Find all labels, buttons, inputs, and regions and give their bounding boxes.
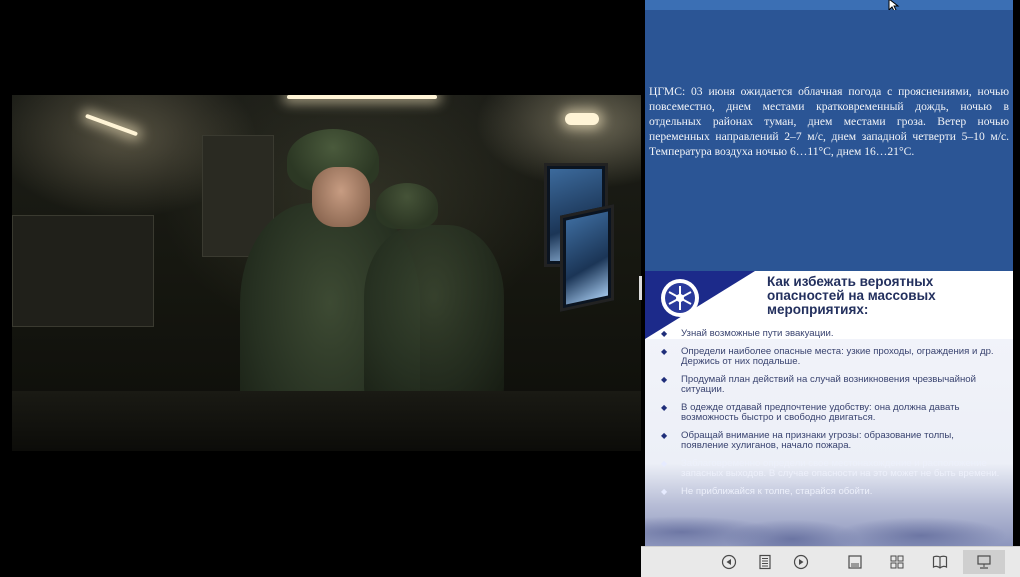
- equipment-shelf: [12, 215, 154, 327]
- list-item: Не приближайся к толпе, старайся обойти.: [651, 487, 1001, 498]
- next-slide-button[interactable]: [789, 550, 813, 574]
- grid-view-button[interactable]: [885, 550, 909, 574]
- notes-button[interactable]: [753, 550, 777, 574]
- weather-forecast-text: ЦГМС: 03 июня ожидается облачная погода …: [649, 85, 1009, 158]
- tips-list: Узнай возможные пути эвакуации. Определи…: [651, 329, 1001, 505]
- list-item: Узнай возможные пути эвакуации.: [651, 329, 1001, 340]
- video-frame[interactable]: [12, 95, 641, 451]
- panel-divider-handle[interactable]: [639, 276, 642, 300]
- grid-icon: [890, 555, 904, 569]
- side-panel: ЦГМС: 03 июня ожидается облачная погода …: [645, 0, 1013, 546]
- ceiling-light: [565, 113, 599, 125]
- weather-card: ЦГМС: 03 июня ожидается облачная погода …: [645, 10, 1013, 271]
- desk: [12, 391, 641, 451]
- prev-icon: [721, 554, 737, 570]
- video-stage: [0, 0, 641, 576]
- list-item: Продумай план действий на случай возникн…: [651, 375, 1001, 395]
- top-strip: [645, 0, 1013, 10]
- next-icon: [793, 554, 809, 570]
- emergency-ministry-emblem-icon: [661, 279, 699, 317]
- list-item: Определи наиболее опасные места: узкие п…: [651, 347, 1001, 367]
- soldier: [364, 225, 504, 405]
- safety-title: Как избежать вероятных опасностей на мас…: [767, 274, 936, 317]
- presenter-icon: [977, 555, 991, 569]
- notes-icon: [759, 554, 771, 570]
- list-item: Заблаговременно определи свое местонахож…: [651, 459, 1001, 479]
- face: [312, 167, 370, 227]
- presenter-view-button[interactable]: [963, 550, 1005, 574]
- reading-view-button[interactable]: [928, 550, 952, 574]
- ceiling-light: [287, 95, 437, 99]
- slide-view-button[interactable]: [843, 550, 867, 574]
- safety-card: Как избежать вероятных опасностей на мас…: [645, 271, 1013, 546]
- ceiling-light: [84, 113, 139, 137]
- helmet: [376, 183, 438, 229]
- list-item: В одежде отдавай предпочтение удобству: …: [651, 403, 1001, 423]
- presentation-toolbar: [641, 546, 1020, 577]
- slide-icon: [848, 555, 862, 569]
- right-edge: [1013, 0, 1020, 546]
- list-item: Обращай внимание на признаки угрозы: обр…: [651, 431, 1001, 451]
- prev-slide-button[interactable]: [717, 550, 741, 574]
- monitor: [560, 204, 614, 312]
- book-icon: [932, 555, 948, 569]
